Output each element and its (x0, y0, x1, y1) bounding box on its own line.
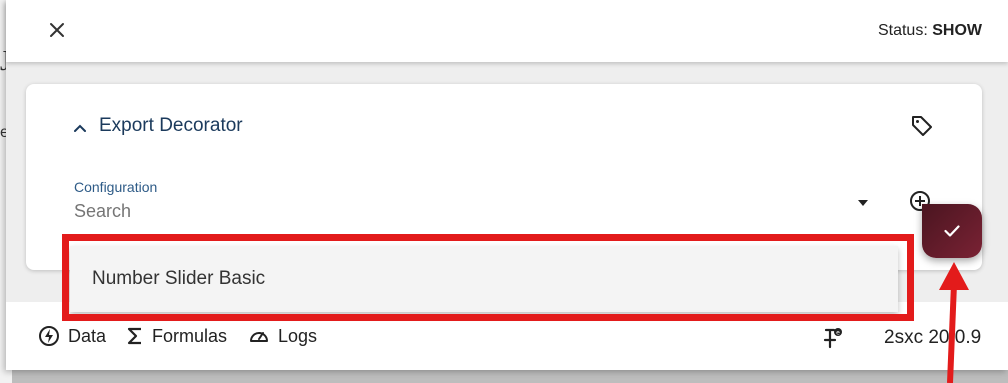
tag-icon[interactable] (910, 114, 934, 138)
status-value: SHOW (932, 22, 982, 39)
svg-text:e: e (836, 330, 840, 337)
dialog-header: Status: SHOW (6, 0, 1008, 62)
configuration-search-input[interactable] (74, 198, 834, 224)
logs-button[interactable]: Logs (248, 324, 317, 348)
logs-label: Logs (278, 325, 318, 346)
save-button[interactable] (922, 204, 982, 258)
configuration-label: Configuration (74, 179, 158, 195)
check-icon (944, 225, 960, 237)
edit-dialog: Status: SHOW Export Decorator Configurat… (6, 0, 1008, 370)
sigma-icon (127, 327, 141, 345)
data-label: Data (68, 325, 107, 346)
close-icon (50, 23, 64, 37)
formulas-button[interactable]: Formulas (126, 324, 227, 348)
highlight-frame (62, 234, 914, 321)
chevron-up-icon[interactable] (72, 120, 88, 136)
lightning-icon (39, 326, 59, 346)
gauge-icon (250, 332, 268, 342)
version-label: 2sxc 20.0.9 (884, 327, 982, 348)
formulas-label: Formulas (152, 325, 228, 346)
status-label: Status: (877, 22, 928, 39)
data-button[interactable]: Data (38, 324, 106, 348)
close-button[interactable] (44, 17, 70, 43)
group-title[interactable]: Export Decorator (99, 115, 243, 137)
dropdown-arrow-icon[interactable] (858, 200, 868, 206)
status-indicator[interactable]: Status: SHOW (878, 22, 982, 40)
pin-icon[interactable]: e (820, 326, 844, 350)
